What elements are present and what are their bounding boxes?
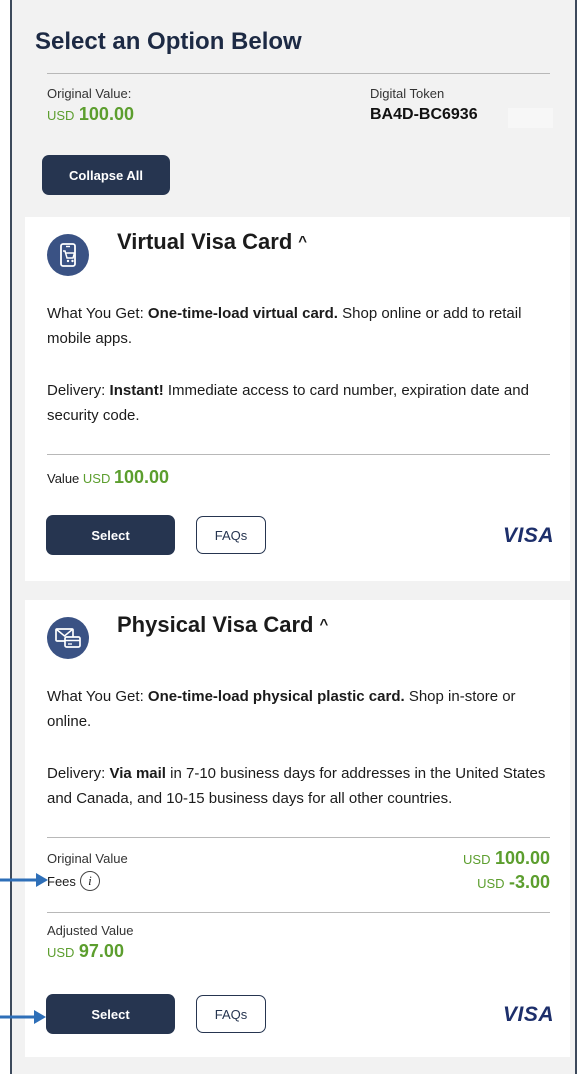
mobile-cart-icon <box>47 234 89 276</box>
delivery-text: Delivery: Instant! Immediate access to c… <box>47 378 557 428</box>
select-button[interactable]: Select <box>46 515 175 555</box>
what-label: What You Get: <box>47 305 144 322</box>
collapse-chevron-icon[interactable]: ^ <box>298 233 307 250</box>
what-you-get-text: What You Get: One-time-load virtual card… <box>47 301 557 351</box>
delivery-label: Delivery: <box>47 382 106 399</box>
token-redaction <box>508 108 553 128</box>
collapse-all-button[interactable]: Collapse All <box>42 155 170 195</box>
info-icon[interactable]: i <box>79 871 100 891</box>
what-bold: One-time-load virtual card. <box>147 305 338 322</box>
divider <box>47 837 550 838</box>
visa-logo: VISA <box>503 1003 555 1026</box>
card-title-text: Physical Visa Card <box>117 612 314 637</box>
virtual-visa-card: Virtual Visa Card ^ What You Get: One-tim… <box>25 217 570 581</box>
currency-code: USD <box>463 852 491 867</box>
original-value-label: Original Value <box>47 851 128 866</box>
what-label: What You Get: <box>47 688 144 705</box>
divider <box>47 73 550 74</box>
fees-value: USD -3.00 <box>477 872 550 893</box>
digital-token-label: Digital Token <box>370 86 445 101</box>
delivery-label: Delivery: <box>47 765 106 782</box>
value-amount: 100.00 <box>114 467 170 487</box>
value-row: Value USD 100.00 <box>47 467 169 488</box>
adjusted-value-amount: 97.00 <box>78 941 124 961</box>
select-button[interactable]: Select <box>46 994 175 1034</box>
original-value-amount: 100.00 <box>78 104 134 124</box>
currency-code: USD <box>47 945 75 960</box>
fees-row: Fees i <box>47 871 100 891</box>
mail-card-icon <box>47 617 89 659</box>
value-label: Value <box>47 471 80 486</box>
fees-amount: -3.00 <box>508 872 550 892</box>
original-value-amount: 100.00 <box>494 848 550 868</box>
digital-token-value: BA4D-BC6936 <box>370 106 478 123</box>
original-value-label: Original Value: <box>47 86 132 101</box>
faqs-button[interactable]: FAQs <box>196 995 266 1033</box>
what-you-get-text: What You Get: One-time-load physical pla… <box>47 684 557 734</box>
fees-label: Fees <box>47 873 76 889</box>
card-title-text: Virtual Visa Card <box>117 229 293 254</box>
delivery-text: Delivery: Via mail in 7-10 business days… <box>47 761 557 811</box>
divider <box>47 454 550 455</box>
original-value: USD 100.00 <box>47 104 134 125</box>
adjusted-value-label: Adjusted Value <box>47 923 134 938</box>
what-bold: One-time-load physical plastic card. <box>147 688 405 705</box>
fees-pointer-arrow-icon <box>0 873 48 887</box>
collapse-chevron-icon[interactable]: ^ <box>320 616 329 633</box>
currency-code: USD <box>477 876 505 891</box>
page-title: Select an Option Below <box>35 28 302 55</box>
adjusted-value: USD 97.00 <box>47 941 124 962</box>
currency-code: USD <box>47 108 75 123</box>
card-title: Physical Visa Card ^ <box>117 612 328 638</box>
delivery-bold: Via mail <box>109 765 166 782</box>
faqs-button[interactable]: FAQs <box>196 516 266 554</box>
card-title: Virtual Visa Card ^ <box>117 229 307 255</box>
visa-logo: VISA <box>503 524 555 547</box>
currency-code: USD <box>82 471 111 486</box>
delivery-bold: Instant! <box>109 382 164 399</box>
select-pointer-arrow-icon <box>0 1010 46 1024</box>
original-value: USD 100.00 <box>463 848 550 869</box>
physical-visa-card: Physical Visa Card ^ What You Get: One-ti… <box>25 600 570 1057</box>
divider <box>47 912 550 913</box>
